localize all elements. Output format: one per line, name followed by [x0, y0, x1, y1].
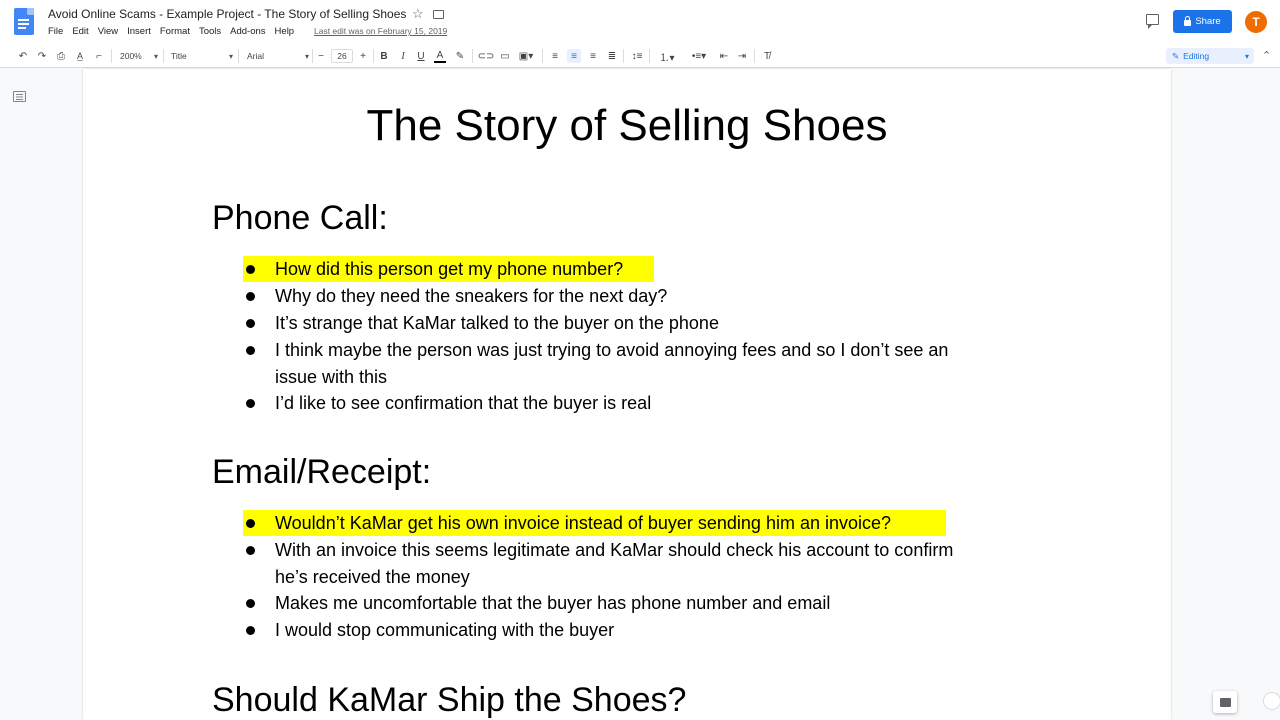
toolbar-divider [542, 49, 543, 63]
decrease-indent-icon[interactable]: ⇤ [718, 49, 730, 63]
explore-button[interactable] [1213, 691, 1237, 713]
insert-link-icon[interactable]: ⊂⊃ [478, 49, 495, 63]
toolbar-divider [163, 49, 164, 63]
share-button[interactable]: Share [1173, 10, 1232, 33]
toolbar-divider [312, 49, 313, 63]
section-heading: Email/Receipt: [212, 453, 432, 491]
menu-insert[interactable]: Insert [127, 26, 151, 40]
style-value: Title [171, 51, 187, 61]
menu-edit[interactable]: Edit [72, 26, 88, 40]
font-size-input[interactable]: 26 [331, 49, 353, 63]
menu-format[interactable]: Format [160, 26, 190, 40]
move-to-folder-icon[interactable] [433, 10, 444, 19]
last-edit-link[interactable]: Last edit was on February 15, 2019 [314, 26, 447, 36]
toolbar-divider [111, 49, 112, 63]
bullet-icon [246, 319, 255, 328]
increase-indent-icon[interactable]: ⇥ [736, 49, 748, 63]
list-item-text: Why do they need the sneakers for the ne… [275, 286, 668, 306]
list-item-text: I’d like to see confirmation that the bu… [275, 393, 652, 413]
list-item-text-continued: he’s received the money [275, 566, 470, 587]
increase-font-size-icon[interactable]: + [358, 49, 368, 63]
docs-logo-icon[interactable] [14, 8, 34, 35]
menu-help[interactable]: Help [275, 26, 295, 40]
toolbar-divider [373, 49, 374, 63]
section-heading: Phone Call: [212, 199, 388, 237]
section-heading: Should KaMar Ship the Shoes? [212, 681, 687, 719]
comment-history-icon[interactable] [1146, 14, 1159, 29]
print-icon[interactable]: ⎙ [54, 49, 68, 63]
bullet-icon [246, 399, 255, 408]
page-title: The Story of Selling Shoes [366, 101, 888, 150]
bulleted-list-icon[interactable]: •≡▾ [688, 49, 710, 63]
side-panel-toggle-icon[interactable] [1263, 692, 1280, 710]
bullet-icon [246, 265, 255, 274]
menu-file[interactable]: File [48, 26, 63, 40]
list-item-text: It’s strange that KaMar talked to the bu… [275, 313, 719, 333]
clear-formatting-icon[interactable]: T̸ [761, 49, 773, 63]
document-page[interactable]: The Story of Selling Shoes Phone Call: H… [83, 69, 1171, 720]
list-item-text: I think maybe the person was just trying… [275, 340, 949, 360]
undo-icon[interactable]: ↶ [16, 49, 30, 63]
redo-icon[interactable]: ↷ [35, 49, 49, 63]
toolbar: ↶ ↷ ⎙ A̲ ⌐ 200% Title Arial − 26 + B I U… [0, 44, 1280, 68]
menu-addons[interactable]: Add-ons [230, 26, 265, 40]
list-item-text: How did this person get my phone number? [275, 259, 624, 279]
app-header: Avoid Online Scams - Example Project - T… [0, 0, 1280, 44]
line-spacing-icon[interactable]: ↕≡ [630, 49, 644, 63]
document-title[interactable]: Avoid Online Scams - Example Project - T… [48, 7, 406, 21]
avatar[interactable]: T [1245, 11, 1267, 33]
list-item-text: I would stop communicating with the buye… [275, 620, 615, 640]
highlight-color-icon[interactable]: ✎ [454, 49, 466, 63]
list-item-text: Makes me uncomfortable that the buyer ha… [275, 593, 831, 613]
bold-icon[interactable]: B [378, 49, 390, 63]
text-color-icon[interactable]: A [434, 49, 446, 63]
bullet-icon [246, 292, 255, 301]
underline-icon[interactable]: U [415, 49, 427, 63]
list-item-text-continued: issue with this [275, 366, 388, 387]
menu-tools[interactable]: Tools [199, 26, 221, 40]
document-outline-icon[interactable] [13, 91, 26, 102]
toolbar-divider [623, 49, 624, 63]
collapse-toolbar-icon[interactable]: ⌃ [1262, 49, 1271, 62]
toolbar-divider [472, 49, 473, 63]
spellcheck-icon[interactable]: A̲ [73, 49, 87, 63]
numbered-list-icon[interactable]: ⒈▾ [656, 49, 678, 64]
paint-format-icon[interactable]: ⌐ [92, 49, 106, 63]
bullet-icon [246, 599, 255, 608]
italic-icon[interactable]: I [397, 49, 409, 63]
share-label: Share [1195, 16, 1221, 27]
editing-mode-select[interactable]: ✎ Editing [1166, 48, 1254, 64]
bullet-icon [246, 519, 255, 528]
align-left-icon[interactable]: ≡ [549, 49, 561, 63]
bullet-icon [246, 546, 255, 555]
menu-view[interactable]: View [98, 26, 118, 40]
add-comment-icon[interactable]: ▭ [498, 49, 512, 63]
zoom-select[interactable]: 200% [120, 49, 158, 63]
star-icon[interactable]: ☆ [412, 6, 424, 22]
zoom-value: 200% [120, 51, 142, 61]
editing-mode-label: Editing [1183, 51, 1210, 61]
justify-icon[interactable]: ≣ [606, 49, 618, 63]
decrease-font-size-icon[interactable]: − [316, 49, 326, 63]
bullet-icon [246, 346, 255, 355]
toolbar-divider [238, 49, 239, 63]
align-center-icon[interactable]: ≡ [567, 49, 581, 63]
style-select[interactable]: Title [171, 49, 233, 63]
font-value: Arial [247, 51, 265, 61]
pencil-icon: ✎ [1172, 50, 1180, 61]
list-item-text: With an invoice this seems legitimate an… [275, 540, 954, 560]
font-select[interactable]: Arial [247, 49, 309, 63]
toolbar-divider [754, 49, 755, 63]
list-item-text: Wouldn’t KaMar get his own invoice inste… [275, 513, 892, 533]
insert-image-icon[interactable]: ▣▾ [516, 49, 536, 63]
toolbar-divider [649, 49, 650, 63]
font-size-value: 26 [337, 51, 347, 61]
align-right-icon[interactable]: ≡ [587, 49, 599, 63]
lock-icon [1184, 16, 1192, 26]
menu-bar: File Edit View Insert Format Tools Add-o… [48, 26, 303, 40]
bullet-icon [246, 626, 255, 635]
